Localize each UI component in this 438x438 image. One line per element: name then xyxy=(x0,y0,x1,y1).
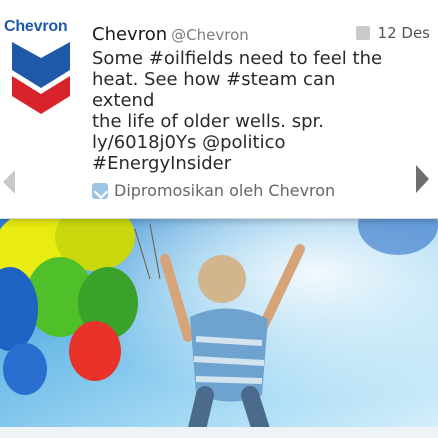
user-handle[interactable]: @Chevron xyxy=(171,26,249,44)
promoted-tweet-card[interactable]: Chevron Chevron @Chevron Some #oilfields … xyxy=(0,0,438,219)
timestamp-area[interactable]: 12 Des xyxy=(355,24,430,42)
promoted-icon xyxy=(92,182,108,199)
chevron-logo: Chevron xyxy=(4,18,86,168)
promoted-label: Dipromosikan oleh Chevron xyxy=(114,181,336,200)
chevron-logo-wordmark: Chevron xyxy=(4,18,68,35)
chevron-left-icon[interactable] xyxy=(2,168,16,196)
tweet-content: Chevron @Chevron Some #oilfields need to … xyxy=(92,24,402,201)
balloons-child-illustration xyxy=(0,219,438,438)
chevron-right-icon[interactable] xyxy=(414,164,430,194)
tweet-text: Some #oilfields need to feel the heat. S… xyxy=(92,48,383,174)
timestamp: 12 Des xyxy=(377,24,430,42)
hero-image xyxy=(0,219,438,438)
photo-icon xyxy=(355,26,370,40)
chevron-emblem-icon xyxy=(11,42,71,114)
display-name[interactable]: Chevron xyxy=(92,24,167,45)
promoted-by[interactable]: Dipromosikan oleh Chevron xyxy=(92,180,402,201)
